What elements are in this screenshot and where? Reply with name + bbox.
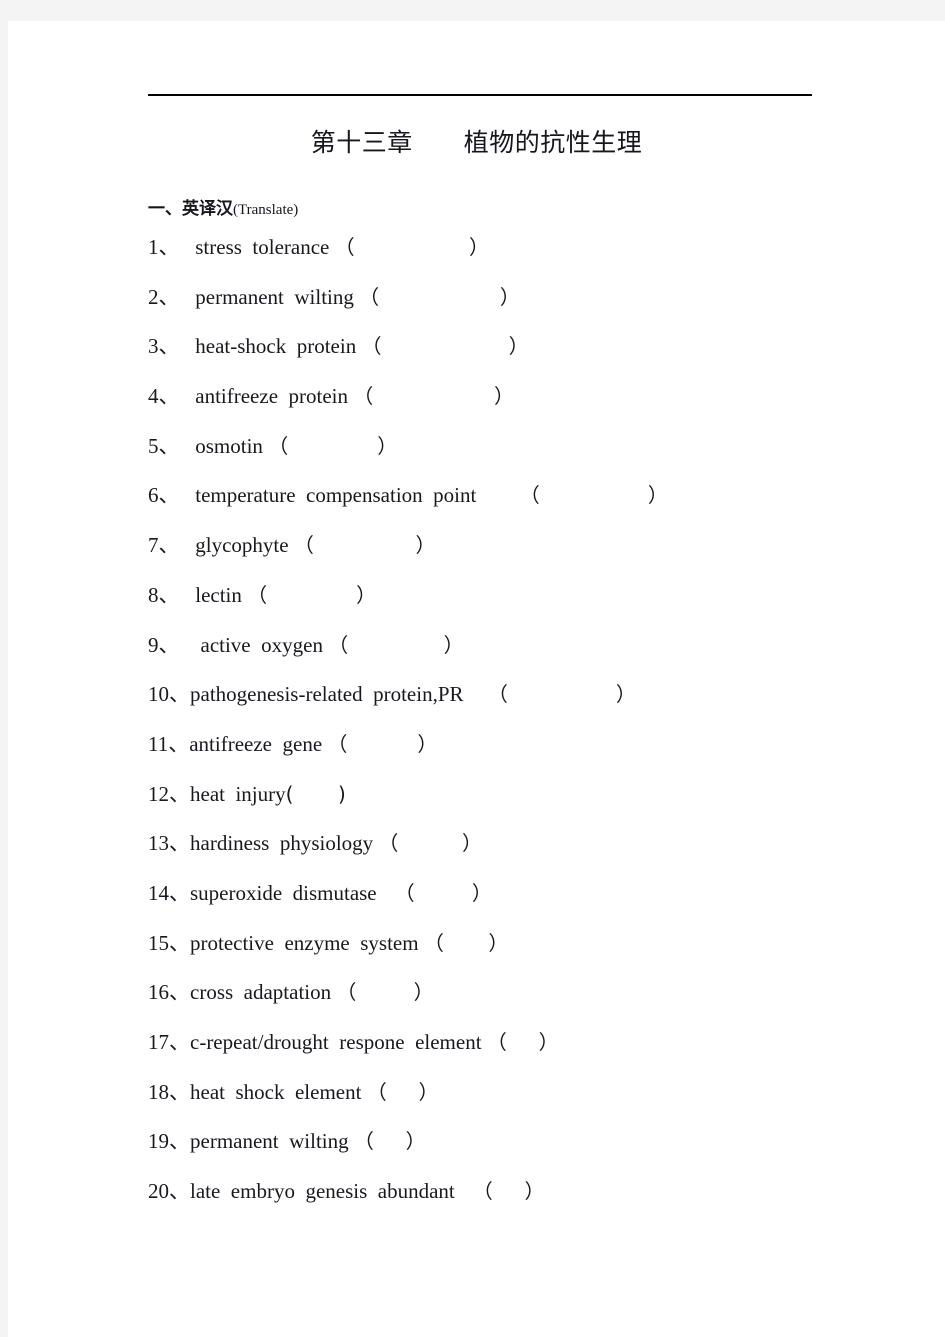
term-lead-space (180, 384, 196, 408)
term-index: 1、 (148, 235, 180, 259)
term-index: 11、 (148, 731, 190, 756)
term-text: superoxide dismutase (190, 880, 382, 905)
term-text: lectin (195, 582, 248, 607)
section-number: 一、 (148, 199, 182, 219)
term-text: heat injury (190, 781, 286, 806)
translation-term-list: 1、 stress tolerance （ ） 2、 permanent wilt… (148, 233, 945, 1227)
term-text: pathogenesis-related protein,PR (190, 682, 469, 707)
term-answer-blank[interactable]: （ ） (335, 235, 489, 259)
term-answer-blank[interactable]: （ ） (247, 583, 376, 607)
term-row: 6、 temperature compensation point （ ） (148, 481, 945, 531)
term-answer-blank[interactable]: （ ） (359, 285, 520, 309)
term-lead-space (180, 334, 196, 358)
term-row: 3、 heat-shock protein （ ） (148, 332, 945, 382)
term-index: 20、 (148, 1179, 190, 1204)
term-answer-blank[interactable]: （ ） (268, 434, 397, 458)
term-row: 4、 antifreeze protein （ ） (148, 382, 945, 432)
term-row: 10、pathogenesis-related protein,PR （ ） (148, 680, 945, 730)
term-text: glycophyte (195, 533, 294, 558)
term-lead-space (180, 483, 196, 507)
term-answer-blank[interactable]: （ ） (336, 980, 433, 1004)
term-row: 12、heat injury( ) (148, 780, 945, 830)
term-index: 5、 (148, 433, 180, 458)
document-page: 第十三章 植物的抗性生理 一、英译汉(Translate) 1、 stress … (8, 21, 945, 1337)
term-index: 6、 (148, 483, 180, 508)
term-row: 20、late embryo genesis abundant （ ） (148, 1177, 945, 1227)
term-index: 14、 (148, 880, 190, 905)
term-text: temperature compensation point (195, 483, 482, 508)
term-text: stress tolerance (195, 235, 335, 259)
term-row: 9、 active oxygen （ ） (148, 631, 945, 681)
term-answer-blank[interactable]: （ ） (328, 633, 463, 657)
term-answer-blank[interactable]: （ ） (367, 1080, 439, 1104)
term-text: heat-shock protein (195, 334, 362, 359)
term-answer-blank[interactable]: （ ） (294, 533, 436, 557)
term-answer-blank[interactable]: （ ） (378, 831, 482, 855)
term-text: late embryo genesis abundant (190, 1179, 461, 1204)
term-index: 7、 (148, 533, 180, 558)
term-text: osmotin (195, 433, 269, 458)
term-row: 17、c-repeat/drought respone element （ ） (148, 1028, 945, 1078)
term-index: 18、 (148, 1079, 190, 1104)
term-lead-space (180, 434, 196, 458)
term-answer-blank[interactable]: （ ） (382, 881, 492, 905)
term-row: 19、permanent wilting （ ） (148, 1127, 945, 1177)
term-answer-blank[interactable]: （ ） (482, 483, 668, 507)
section-heading: 一、英译汉(Translate) (148, 198, 298, 221)
term-row: 7、 glycophyte （ ） (148, 531, 945, 581)
term-index: 15、 (148, 930, 190, 955)
term-text: protective enzyme system (190, 930, 424, 955)
term-row: 15、protective enzyme system （ ） (148, 929, 945, 979)
term-answer-blank[interactable]: （ ） (487, 1030, 559, 1054)
term-row: 13、hardiness physiology （ ） (148, 829, 945, 879)
term-text: hardiness physiology (190, 831, 379, 856)
term-index: 4、 (148, 384, 180, 409)
term-index: 9、 (148, 632, 180, 657)
term-text: c-repeat/drought respone element (190, 1030, 487, 1054)
section-label-cn: 英译汉 (182, 199, 233, 219)
term-text: permanent wilting (195, 284, 360, 309)
term-index: 16、 (148, 980, 190, 1005)
term-index: 2、 (148, 284, 180, 309)
term-text: antifreeze protein (195, 384, 354, 409)
term-text: heat shock element (190, 1079, 367, 1104)
section-label-en: (Translate) (233, 202, 299, 218)
term-text: cross adaptation (190, 980, 337, 1005)
term-index: 8、 (148, 582, 180, 607)
term-answer-blank[interactable]: （ ） (460, 1179, 545, 1203)
page-title: 第十三章 植物的抗性生理 (310, 128, 643, 157)
term-index: 19、 (148, 1129, 190, 1154)
term-text: permanent wilting (190, 1129, 354, 1154)
term-row: 11、antifreeze gene （ ） (148, 730, 945, 780)
term-index: 13、 (148, 831, 190, 856)
term-index: 10、 (148, 682, 190, 707)
term-answer-blank[interactable]: （ ） (469, 682, 636, 706)
term-answer-blank[interactable]: （ ） (361, 334, 528, 358)
term-row: 5、 osmotin （ ） (148, 432, 945, 482)
term-lead-space (180, 235, 196, 259)
term-answer-blank[interactable]: （ ） (354, 1129, 426, 1153)
term-answer-blank[interactable]: （ ） (424, 931, 509, 955)
term-lead-space (180, 285, 196, 309)
term-answer-blank[interactable]: ( ) (286, 782, 346, 806)
term-row: 1、 stress tolerance （ ） (148, 233, 945, 283)
term-index: 3、 (148, 334, 180, 359)
term-index: 12、 (148, 781, 190, 806)
term-row: 14、superoxide dismutase （ ） (148, 879, 945, 929)
term-index: 17、 (148, 1030, 190, 1054)
term-text: active oxygen (195, 632, 329, 657)
term-answer-blank[interactable]: （ ） (327, 732, 437, 756)
term-answer-blank[interactable]: （ ） (353, 384, 514, 408)
term-lead-space (180, 583, 196, 607)
term-lead-space (180, 533, 196, 557)
term-text: antifreeze gene (189, 731, 328, 756)
term-row: 8、 lectin （ ） (148, 581, 945, 631)
header-rule (148, 94, 812, 96)
term-row: 2、 permanent wilting （ ） (148, 283, 945, 333)
term-row: 18、heat shock element （ ） (148, 1078, 945, 1128)
term-lead-space (180, 633, 196, 657)
term-row: 16、cross adaptation （ ） (148, 978, 945, 1028)
